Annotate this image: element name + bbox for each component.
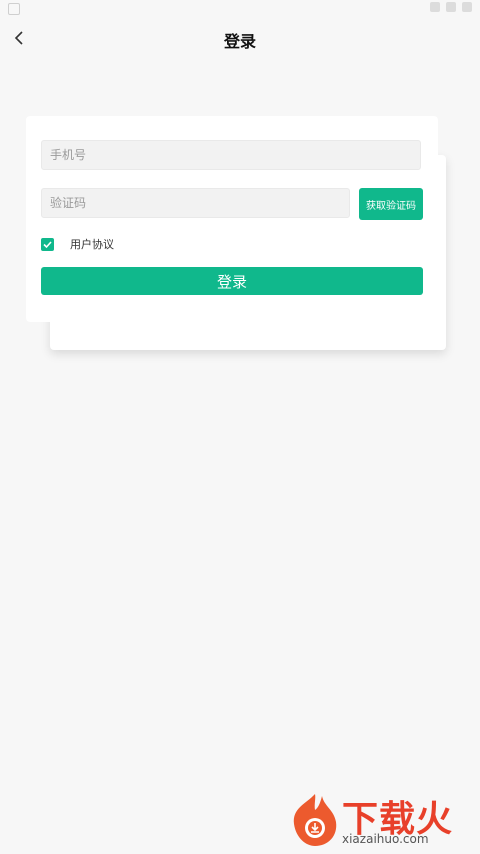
check-icon bbox=[43, 240, 52, 248]
watermark: 下载火 xiazaihuo.com bbox=[284, 790, 474, 848]
get-code-button[interactable]: 获取验证码 bbox=[359, 188, 423, 220]
login-button[interactable]: 登录 bbox=[41, 267, 423, 295]
agreement-row: 用户协议 bbox=[41, 236, 114, 252]
status-icons bbox=[430, 2, 472, 12]
agreement-link[interactable]: 用户协议 bbox=[70, 236, 114, 252]
notification-icon bbox=[8, 3, 20, 15]
watermark-url: xiazaihuo.com bbox=[342, 832, 429, 846]
phone-input[interactable] bbox=[41, 140, 421, 170]
flame-logo-icon bbox=[284, 790, 346, 848]
status-bar bbox=[0, 0, 480, 18]
verification-code-input[interactable] bbox=[41, 188, 350, 218]
signal-icon bbox=[446, 2, 456, 12]
login-card: 获取验证码 用户协议 登录 bbox=[26, 116, 438, 322]
agreement-checkbox[interactable] bbox=[41, 237, 54, 251]
battery-icon bbox=[462, 2, 472, 12]
page-title: 登录 bbox=[223, 32, 256, 51]
wifi-icon bbox=[430, 2, 440, 12]
nav-bar: 登录 bbox=[0, 18, 480, 58]
